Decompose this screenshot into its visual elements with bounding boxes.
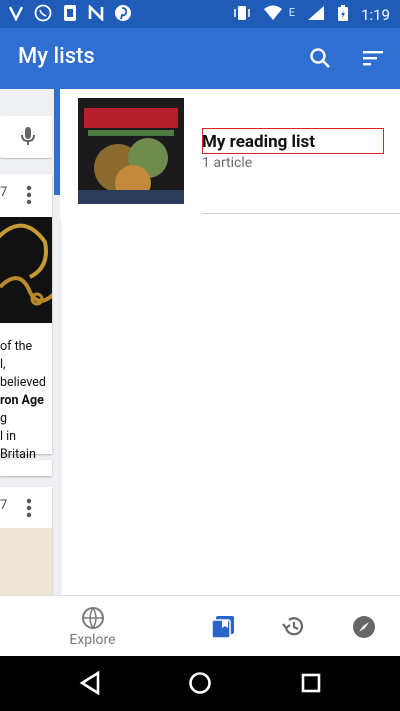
voice-search-button[interactable] <box>16 124 40 148</box>
tab-history[interactable] <box>266 596 322 657</box>
system-icons: E 1:19 <box>233 4 390 26</box>
card-count: 7 <box>0 185 8 200</box>
card-menu-button[interactable] <box>24 497 34 519</box>
reading-list-row[interactable]: My reading list 1 article <box>60 89 400 219</box>
tab-nearby[interactable] <box>336 596 392 657</box>
app-bar: My lists <box>0 28 400 89</box>
selection-highlight-box <box>202 128 384 154</box>
sort-button[interactable] <box>359 44 387 72</box>
vibrate-icon <box>233 5 251 25</box>
back-triangle-icon <box>79 670 100 696</box>
more-vert-icon <box>26 498 32 518</box>
page-title: My lists <box>18 44 95 69</box>
pinterest-icon <box>114 4 132 26</box>
globe-icon <box>81 606 104 629</box>
list-divider <box>202 213 400 214</box>
home-circle-icon <box>189 672 211 694</box>
status-bar: E 1:19 <box>0 0 400 28</box>
tab-explore-label: Explore <box>69 631 116 648</box>
v-icon <box>8 5 24 25</box>
home-button[interactable] <box>185 668 215 698</box>
tab-explore[interactable]: Explore <box>50 596 135 657</box>
system-navigation-bar <box>0 656 400 711</box>
whatsapp-icon <box>34 4 52 26</box>
list-article-count: 1 article <box>202 155 253 171</box>
search-button[interactable] <box>306 44 334 72</box>
card-count: 7 <box>0 498 8 513</box>
status-time: 1:19 <box>361 6 390 24</box>
compass-icon <box>353 615 375 638</box>
main-content: 7 of the l, believed ron Age g l in Brit… <box>0 89 400 595</box>
search-icon <box>310 48 330 68</box>
sort-icon <box>363 51 383 66</box>
notification-icons <box>8 3 132 26</box>
card-image <box>0 528 52 595</box>
list-thumbnail <box>78 98 184 204</box>
wifi-icon <box>263 5 283 25</box>
search-card[interactable] <box>0 116 52 158</box>
feed-card-stack-edge <box>0 460 52 476</box>
tab-reading-lists[interactable] <box>180 596 265 657</box>
reading-lists-icon <box>210 615 234 639</box>
card-menu-button[interactable] <box>24 184 34 206</box>
history-icon <box>282 616 304 635</box>
bottom-navigation: Explore <box>0 595 400 657</box>
card-snippet: of the l, believed ron Age g l in Britai… <box>0 339 46 462</box>
n-icon <box>88 3 104 25</box>
more-vert-icon <box>26 185 32 205</box>
card-image <box>0 217 52 323</box>
recents-button[interactable] <box>296 668 326 698</box>
back-button[interactable] <box>76 668 106 698</box>
feed-card[interactable]: 7 <box>0 487 52 595</box>
phone-icon <box>62 4 78 26</box>
network-label: E <box>288 5 296 19</box>
explore-panel-peek[interactable]: 7 of the l, believed ron Age g l in Brit… <box>0 89 61 595</box>
battery-icon <box>337 4 349 26</box>
recents-square-icon <box>301 673 321 693</box>
feed-card[interactable]: 7 of the l, believed ron Age g l in Brit… <box>0 174 52 462</box>
microphone-icon <box>21 127 35 145</box>
signal-icon <box>307 5 325 25</box>
